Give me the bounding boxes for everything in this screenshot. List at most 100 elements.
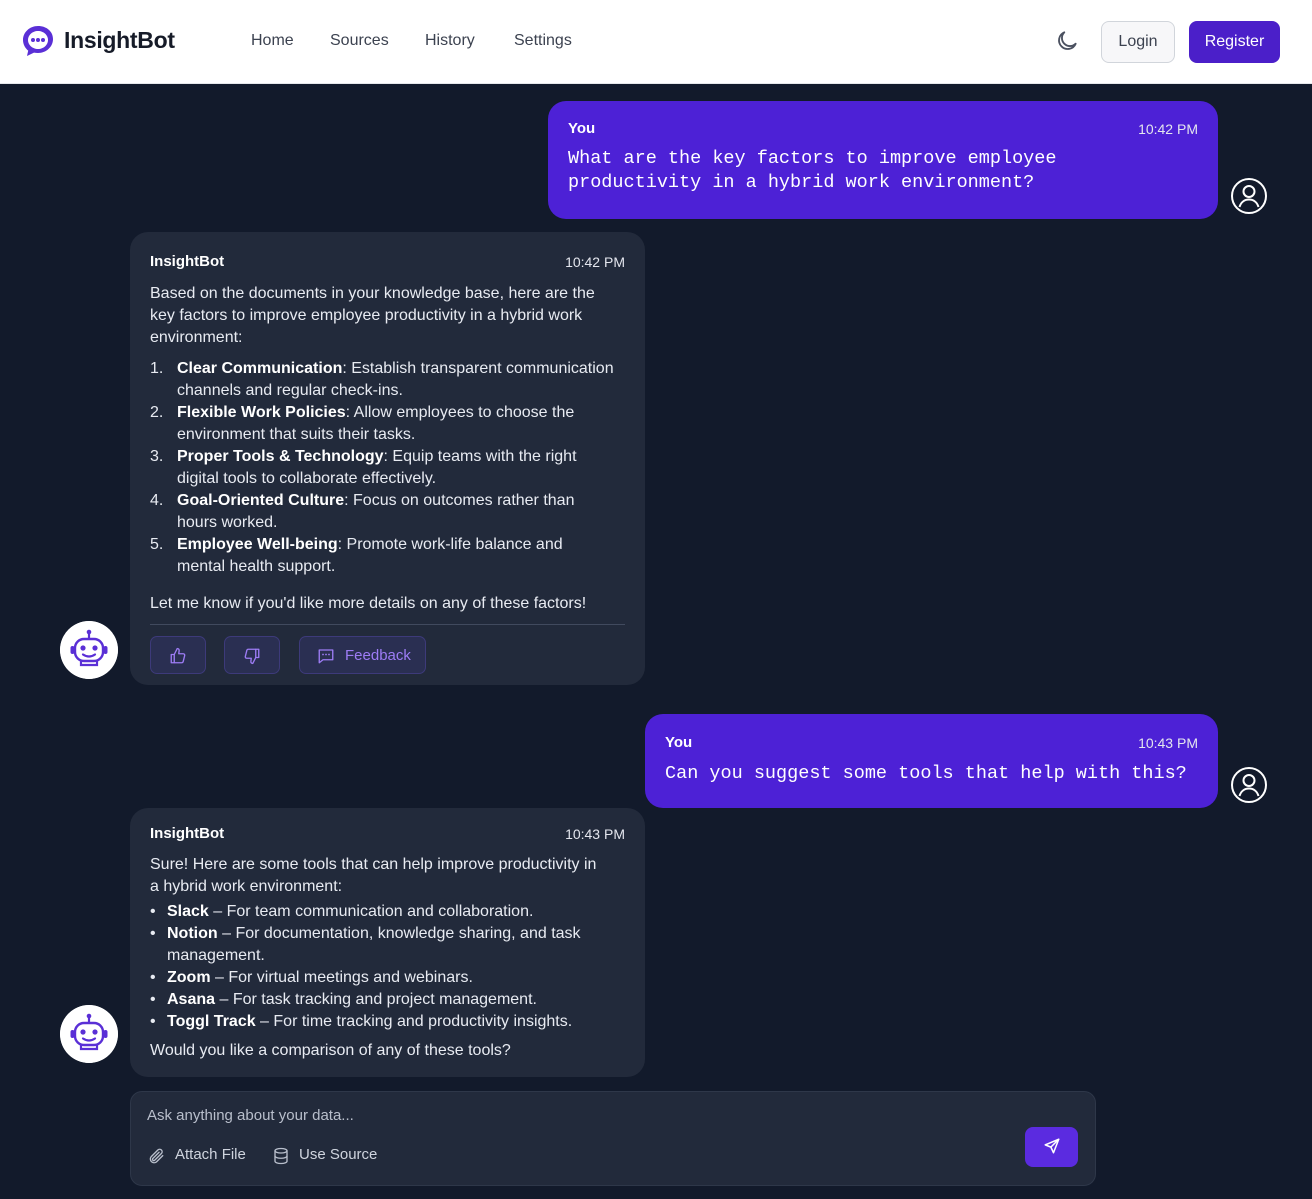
nav-sources[interactable]: Sources: [330, 32, 389, 50]
item-text: : Equip teams with the right: [383, 448, 577, 465]
user-avatar-icon: [1231, 178, 1267, 214]
bot-avatar-icon: [60, 621, 118, 679]
user-message: You 10:42 PM What are the key factors to…: [548, 101, 1218, 219]
list-item: 4. Goal-Oriented Culture: Focus on outco…: [150, 490, 630, 534]
item-title: Employee Well-being: [177, 536, 338, 553]
message-text-line: productivity in a hybrid work environmen…: [568, 172, 1035, 193]
thumbs-up-button[interactable]: [150, 636, 206, 674]
item-title: Flexible Work Policies: [177, 404, 346, 421]
item-text: : Allow employees to choose the: [345, 404, 575, 421]
item-text: management.: [167, 947, 265, 964]
attach-file-label: Attach File: [175, 1146, 246, 1163]
message-outro: Let me know if you'd like more details o…: [150, 595, 587, 612]
item-text: environment that suits their tasks.: [177, 426, 416, 443]
bot-avatar-icon: [60, 1005, 118, 1063]
list-item: • Toggl Track – For time tracking and pr…: [150, 1011, 630, 1033]
thumbs-up-icon: [170, 647, 186, 664]
bullet: •: [150, 1013, 156, 1030]
message-text-line: environment:: [150, 329, 243, 346]
factors-list: 1. Clear Communication: Establish transp…: [150, 358, 630, 578]
item-text: – For documentation, knowledge sharing, …: [217, 925, 581, 942]
message-text-line: key factors to improve employee producti…: [150, 307, 583, 324]
feedback-button[interactable]: Feedback: [299, 636, 426, 674]
message-sender: You: [568, 120, 596, 137]
attach-file-button[interactable]: Attach File: [147, 1146, 247, 1166]
bullet: •: [150, 969, 156, 986]
list-number: 3.: [150, 448, 164, 465]
item-title: Zoom: [167, 969, 211, 986]
bullet: •: [150, 991, 156, 1008]
nav-home[interactable]: Home: [251, 32, 294, 50]
user-message: You 10:43 PM Can you suggest some tools …: [645, 714, 1218, 808]
list-item: 5. Employee Well-being: Promote work-lif…: [150, 534, 630, 578]
paperclip-icon: [149, 1148, 164, 1164]
message-sender: InsightBot: [150, 825, 225, 842]
thumbs-down-icon: [244, 648, 260, 665]
divider: [150, 624, 625, 625]
item-text: mental health support.: [177, 558, 336, 575]
message-intro: Sure! Here are some tools that can help …: [150, 854, 596, 898]
message-time: 10:43 PM: [565, 826, 625, 842]
brand-name: InsightBot: [64, 27, 175, 53]
thumbs-down-button[interactable]: [224, 636, 280, 674]
item-title: Notion: [167, 925, 218, 942]
bot-message: InsightBot 10:43 PM Sure! Here are some …: [130, 808, 645, 1077]
user-avatar-icon: [1231, 767, 1267, 803]
item-text: : Establish transparent communication: [342, 360, 614, 377]
message-time: 10:43 PM: [1138, 735, 1198, 751]
send-icon: [1044, 1138, 1059, 1153]
list-item: • Zoom – For virtual meetings and webina…: [150, 967, 630, 989]
item-title: Goal-Oriented Culture: [177, 492, 345, 509]
message-intro: Based on the documents in your knowledge…: [150, 283, 595, 349]
message-time: 10:42 PM: [565, 254, 625, 270]
item-text: hours worked.: [177, 514, 278, 531]
list-item: • Notion – For documentation, knowledge …: [150, 923, 630, 967]
message-sender: You: [665, 734, 693, 751]
message-text-line: What are the key factors to improve empl…: [568, 148, 1057, 169]
list-number: 5.: [150, 536, 164, 553]
message-time: 10:42 PM: [1138, 121, 1198, 137]
list-item: • Asana – For task tracking and project …: [150, 989, 630, 1011]
item-text: – For task tracking and project manageme…: [215, 991, 537, 1008]
chat-composer: Attach File Use Source: [130, 1091, 1096, 1186]
use-source-label: Use Source: [299, 1146, 378, 1163]
list-item: 1. Clear Communication: Establish transp…: [150, 358, 630, 402]
use-source-button[interactable]: Use Source: [272, 1146, 382, 1166]
bullet: •: [150, 903, 156, 920]
nav-settings[interactable]: Settings: [514, 32, 572, 50]
message-text-line: Can you suggest some tools that help wit…: [665, 763, 1187, 784]
item-text: digital tools to collaborate effectively…: [177, 470, 437, 487]
chat-input[interactable]: [147, 1104, 1007, 1126]
tools-list: • Slack – For team communication and col…: [150, 901, 630, 1033]
item-text: – For virtual meetings and webinars.: [210, 969, 473, 986]
message-sender: InsightBot: [150, 253, 225, 270]
list-number: 2.: [150, 404, 164, 421]
item-title: Toggl Track: [167, 1013, 256, 1030]
moon-icon[interactable]: [1054, 28, 1080, 54]
database-icon: [274, 1147, 288, 1165]
message-outro: Would you like a comparison of any of th…: [150, 1042, 511, 1059]
bot-message: InsightBot 10:42 PM Based on the documen…: [130, 232, 645, 685]
register-button[interactable]: Register: [1189, 21, 1280, 63]
item-title: Proper Tools & Technology: [177, 448, 384, 465]
item-text: : Focus on outcomes rather than: [344, 492, 575, 509]
list-number: 4.: [150, 492, 164, 509]
feedback-label: Feedback: [345, 647, 411, 664]
nav-history[interactable]: History: [425, 32, 475, 50]
logo-icon: [23, 26, 53, 56]
login-button[interactable]: Login: [1101, 21, 1175, 63]
item-text: : Promote work-life balance and: [337, 536, 563, 553]
item-title: Clear Communication: [177, 360, 343, 377]
item-text: – For team communication and collaborati…: [208, 903, 534, 920]
item-title: Asana: [167, 991, 216, 1008]
message-square-icon: [318, 649, 334, 664]
list-item: • Slack – For team communication and col…: [150, 901, 630, 923]
item-text: channels and regular check-ins.: [177, 382, 403, 399]
item-title: Slack: [167, 903, 209, 920]
list-number: 1.: [150, 360, 164, 377]
bullet: •: [150, 925, 156, 942]
top-navbar: InsightBot Home Sources History Settings…: [0, 0, 1312, 84]
list-item: 2. Flexible Work Policies: Allow employe…: [150, 402, 630, 446]
list-item: 3. Proper Tools & Technology: Equip team…: [150, 446, 630, 490]
send-button[interactable]: [1025, 1127, 1078, 1167]
